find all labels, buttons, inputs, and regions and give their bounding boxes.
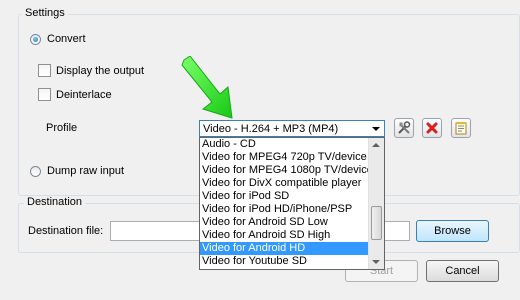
profile-select-value: Video - H.264 + MP3 (MP4): [203, 123, 339, 135]
dropdown-option[interactable]: Video for DivX compatible player: [200, 177, 369, 190]
dropdown-option[interactable]: Video for iPod HD/iPhone/PSP: [200, 203, 369, 216]
dropdown-option[interactable]: Video for Android SD Low: [200, 216, 369, 229]
dropdown-option[interactable]: Audio - CD: [200, 138, 369, 151]
new-profile-button[interactable]: [451, 118, 471, 138]
cancel-button-label: Cancel: [445, 265, 480, 277]
display-output-label[interactable]: Display the output: [56, 65, 144, 77]
chevron-down-icon[interactable]: [372, 127, 380, 131]
convert-label[interactable]: Convert: [47, 33, 86, 45]
red-x-icon: [426, 122, 438, 134]
profile-dropdown-list[interactable]: Audio - CD Video for MPEG4 720p TV/device…: [199, 137, 385, 270]
delete-profile-button[interactable]: [422, 118, 442, 138]
convert-radio[interactable]: [30, 34, 41, 45]
profile-label: Profile: [46, 122, 78, 134]
browse-button-label: Browse: [434, 225, 471, 237]
dropdown-option[interactable]: Video for MPEG4 1080p TV/device: [200, 164, 373, 177]
destination-file-label: Destination file:: [28, 225, 104, 237]
dump-raw-label[interactable]: Dump raw input: [47, 165, 124, 177]
dropdown-scrollbar[interactable]: [368, 138, 384, 269]
green-arrow-icon: [181, 56, 233, 119]
dropdown-option[interactable]: Video for iPod SD: [200, 190, 369, 203]
dropdown-option[interactable]: Video for MPEG4 720p TV/device: [200, 151, 369, 164]
radio-dot: [33, 37, 38, 42]
scrollbar-thumb[interactable]: [371, 206, 382, 240]
dropdown-option[interactable]: Video for Android SD High: [200, 229, 369, 242]
dropdown-option[interactable]: Video for Youtube SD: [200, 255, 369, 268]
destination-group-label: Destination: [24, 196, 86, 208]
deinterlace-label[interactable]: Deinterlace: [56, 89, 112, 101]
deinterlace-checkbox[interactable]: [38, 88, 51, 101]
scroll-down-icon[interactable]: [372, 260, 380, 264]
browse-button[interactable]: Browse: [416, 220, 489, 242]
wrench-screwdriver-icon: [398, 121, 411, 134]
scroll-up-icon[interactable]: [372, 143, 380, 147]
edit-profile-button[interactable]: [394, 118, 414, 138]
dropdown-items: Audio - CD Video for MPEG4 720p TV/device…: [200, 138, 373, 268]
notepad-icon: [455, 122, 467, 135]
dropdown-option[interactable]: Video for Android HD: [200, 242, 369, 255]
dump-raw-radio[interactable]: [30, 166, 41, 177]
cancel-button[interactable]: Cancel: [426, 260, 499, 282]
settings-group-label: Settings: [22, 7, 68, 19]
display-output-checkbox[interactable]: [38, 64, 51, 77]
